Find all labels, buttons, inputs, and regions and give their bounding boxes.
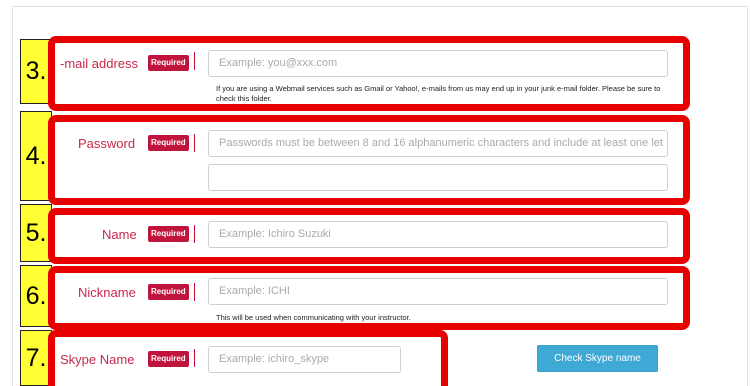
name-input[interactable]: Example: Ichiro Suzuki	[208, 221, 668, 248]
name-label: Name	[102, 227, 137, 242]
email-required-badge: Required	[148, 55, 189, 71]
skype-input[interactable]: Example: ichiro_skype	[208, 346, 401, 373]
name-required-badge: Required	[148, 226, 189, 242]
password-divider	[194, 134, 195, 152]
password-required-badge: Required	[148, 135, 189, 151]
nickname-label: Nickname	[78, 285, 136, 300]
password-confirm-input[interactable]	[208, 164, 668, 191]
email-label: -mail address	[60, 56, 139, 71]
email-input[interactable]: Example: you@xxx.com	[208, 50, 668, 77]
skype-required-badge: Required	[148, 351, 189, 367]
nickname-help-text: This will be used when communicating wit…	[216, 313, 411, 322]
skype-divider	[194, 349, 195, 367]
nickname-divider	[194, 283, 195, 301]
email-help-text: If you are using a Webmail services such…	[216, 84, 661, 103]
password-label: Password	[78, 136, 136, 151]
password-input[interactable]: Passwords must be between 8 and 16 alpha…	[208, 130, 668, 157]
nickname-input[interactable]: Example: ICHI	[208, 278, 668, 305]
check-skype-name-button[interactable]: Check Skype name	[537, 345, 658, 372]
name-divider	[194, 225, 195, 243]
email-divider	[194, 52, 195, 70]
highlight-password-row	[48, 115, 690, 205]
nickname-required-badge: Required	[148, 284, 189, 300]
skype-label: Skype Name	[60, 352, 135, 367]
